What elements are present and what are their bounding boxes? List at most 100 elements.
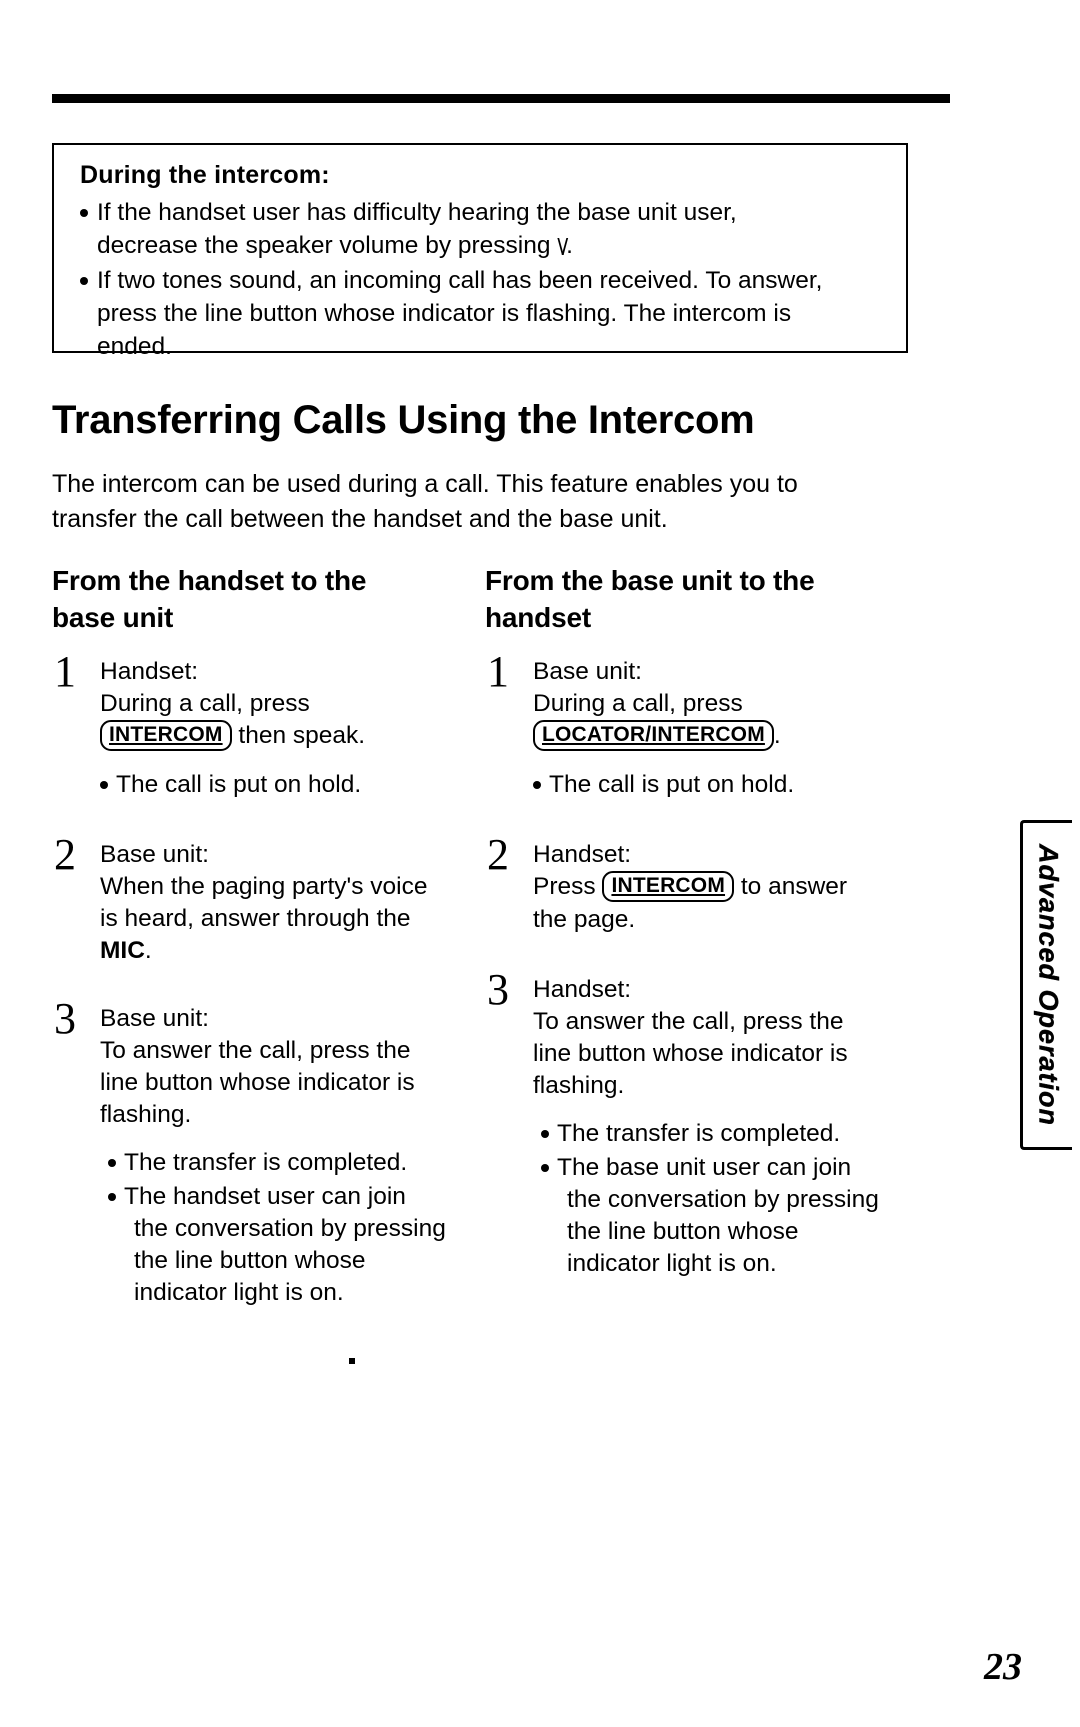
step-right-1-bullets: The call is put on hold. bbox=[485, 769, 905, 801]
sub-bullet-text: The call is put on hold. bbox=[116, 771, 362, 798]
note-title: During the intercom: bbox=[80, 161, 330, 189]
manual-page: During the intercom: If the handset user… bbox=[0, 0, 1080, 1727]
step-left-3-bullets: The transfer is completed. The handset u… bbox=[52, 1147, 472, 1309]
step-text: Handset: During a call, press INTERCOM t… bbox=[100, 656, 472, 753]
sub-bullet-text: The transfer is completed. bbox=[557, 1120, 841, 1147]
column-heading-left-line2: base unit bbox=[52, 602, 174, 633]
intercom-key[interactable]: INTERCOM bbox=[100, 720, 232, 751]
note-bullet-2-line1: If two tones sound, an incoming call has… bbox=[97, 267, 823, 294]
step-line2: is heard, answer through the bbox=[100, 905, 411, 932]
note-bullet-1-line2-text: decrease the speaker volume by pressing bbox=[97, 232, 551, 259]
step-right-2: 2 Handset: Press INTERCOM to answer the … bbox=[485, 833, 905, 936]
intercom-key[interactable]: INTERCOM bbox=[602, 871, 735, 902]
bullet-dot-icon bbox=[100, 781, 108, 789]
sub-bullet-text-cont: the conversation by pressing bbox=[134, 1215, 446, 1242]
sub-bullet-text-cont: the line button whose bbox=[134, 1247, 366, 1274]
note-bullet-2: If two tones sound, an incoming call has… bbox=[80, 264, 884, 363]
bullet-dot-icon bbox=[80, 209, 88, 217]
page-title: Transferring Calls Using the Intercom bbox=[52, 398, 755, 442]
column-heading-left-line1: From the handset to the bbox=[52, 565, 367, 596]
section-intro-line1: The intercom can be used during a call. … bbox=[52, 470, 798, 498]
sub-bullet-text-cont: indicator light is on. bbox=[567, 1250, 777, 1277]
step-line3: flashing. bbox=[533, 1072, 625, 1099]
sub-bullet: The handset user can join the conversati… bbox=[108, 1181, 472, 1309]
step-line2: line button whose indicator is bbox=[533, 1040, 848, 1067]
sub-bullet-text-cont: the conversation by pressing bbox=[567, 1186, 879, 1213]
during-intercom-note-box: During the intercom: If the handset user… bbox=[52, 143, 908, 360]
note-bullet-2-line2: press the line button whose indicator is… bbox=[97, 300, 792, 327]
step-actor: Handset: bbox=[100, 658, 199, 685]
step-actor: Handset: bbox=[533, 841, 632, 868]
sub-bullet: The call is put on hold. bbox=[533, 769, 905, 801]
column-heading-right-line1: From the base unit to the bbox=[485, 565, 815, 596]
sub-bullet-text: The base unit user can join bbox=[557, 1154, 852, 1181]
step-press-label: Press bbox=[533, 873, 603, 900]
step-actor: Handset: bbox=[533, 976, 632, 1003]
step-line1: During a call, press bbox=[533, 690, 743, 717]
volume-down-icon: \/ bbox=[557, 234, 568, 260]
sub-bullet-text: The transfer is completed. bbox=[124, 1149, 408, 1176]
note-bullet-1: If the handset user has difficulty heari… bbox=[80, 196, 884, 262]
page-number: 23 bbox=[984, 1646, 1022, 1688]
note-bullet-2-line3: ended. bbox=[97, 333, 172, 360]
column-handset-to-base: From the handset to the base unit 1 Hand… bbox=[52, 562, 472, 1309]
step-after-bold: . bbox=[144, 937, 152, 964]
step-left-3: 3 Base unit: To answer the call, press t… bbox=[52, 997, 472, 1131]
bullet-dot-icon bbox=[108, 1193, 116, 1201]
step-line1: When the paging party's voice bbox=[100, 873, 428, 900]
step-line2: the page. bbox=[533, 906, 636, 933]
section-intro-line2: transfer the call between the handset an… bbox=[52, 505, 668, 533]
step-left-2: 2 Base unit: When the paging party's voi… bbox=[52, 833, 472, 967]
step-line1: To answer the call, press the bbox=[533, 1008, 844, 1035]
step-number: 3 bbox=[487, 965, 509, 1014]
step-line2: line button whose indicator is bbox=[100, 1069, 415, 1096]
column-heading-right: From the base unit to the handset bbox=[485, 562, 905, 636]
column-heading-left: From the handset to the base unit bbox=[52, 562, 472, 636]
note-bullet-1-line1: If the handset user has difficulty heari… bbox=[97, 199, 737, 226]
step-text: Base unit: When the paging party's voice… bbox=[100, 839, 472, 967]
step-text: Base unit: To answer the call, press the… bbox=[100, 1003, 472, 1131]
side-tab-label: Advanced Operation bbox=[1033, 843, 1063, 1127]
column-base-to-handset: From the base unit to the handset 1 Base… bbox=[485, 562, 905, 1280]
step-right-3: 3 Handset: To answer the call, press the… bbox=[485, 968, 905, 1102]
step-line3: flashing. bbox=[100, 1101, 192, 1128]
side-tab-advanced-operation: Advanced Operation bbox=[1020, 820, 1072, 1150]
bullet-dot-icon bbox=[108, 1159, 116, 1167]
sub-bullet: The call is put on hold. bbox=[100, 769, 472, 801]
step-right-3-bullets: The transfer is completed. The base unit… bbox=[485, 1118, 905, 1280]
note-bullet-1-line2: decrease the speaker volume by pressing … bbox=[97, 229, 884, 262]
step-text: Base unit: During a call, press LOCATOR/… bbox=[533, 656, 905, 753]
step-line1: During a call, press bbox=[100, 690, 310, 717]
step-left-1-bullets: The call is put on hold. bbox=[52, 769, 472, 801]
step-actor: Base unit: bbox=[100, 841, 209, 868]
bullet-dot-icon bbox=[533, 781, 541, 789]
sub-bullet: The base unit user can join the conversa… bbox=[541, 1152, 905, 1280]
sub-bullet-text: The call is put on hold. bbox=[549, 771, 795, 798]
bullet-dot-icon bbox=[541, 1164, 549, 1172]
step-left-1: 1 Handset: During a call, press INTERCOM… bbox=[52, 650, 472, 753]
top-rule-divider bbox=[52, 94, 950, 103]
step-right-1: 1 Base unit: During a call, press LOCATO… bbox=[485, 650, 905, 753]
step-after-key: to answer bbox=[734, 873, 848, 900]
column-heading-right-line2: handset bbox=[485, 602, 591, 633]
step-after-key: . bbox=[773, 722, 781, 749]
step-number: 2 bbox=[54, 830, 76, 879]
step-number: 1 bbox=[487, 647, 509, 696]
step-number: 2 bbox=[487, 830, 509, 879]
step-number: 1 bbox=[54, 647, 76, 696]
bullet-dot-icon bbox=[80, 277, 88, 285]
step-after-key: then speak. bbox=[231, 722, 366, 749]
note-bullet-1-period: . bbox=[566, 232, 573, 259]
locator-intercom-key[interactable]: LOCATOR/INTERCOM bbox=[533, 720, 774, 751]
bullet-dot-icon bbox=[541, 1130, 549, 1138]
mic-label: MIC bbox=[100, 937, 145, 964]
section-intro: The intercom can be used during a call. … bbox=[52, 467, 882, 537]
step-text: Handset: To answer the call, press the l… bbox=[533, 974, 905, 1102]
step-text: Handset: Press INTERCOM to answer the pa… bbox=[533, 839, 905, 936]
step-line1: To answer the call, press the bbox=[100, 1037, 411, 1064]
step-actor: Base unit: bbox=[100, 1005, 209, 1032]
sub-bullet-text-cont: the line button whose bbox=[567, 1218, 799, 1245]
step-actor: Base unit: bbox=[533, 658, 642, 685]
sub-bullet: The transfer is completed. bbox=[108, 1147, 472, 1179]
sub-bullet-text-cont: indicator light is on. bbox=[134, 1279, 344, 1306]
